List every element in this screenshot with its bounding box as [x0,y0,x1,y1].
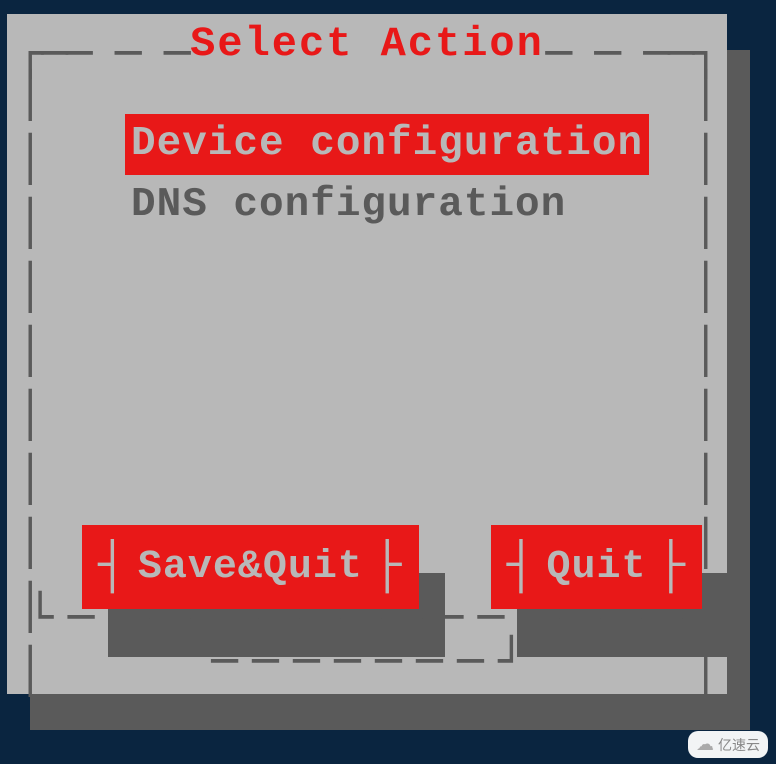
button-bracket-left: ┤ [98,543,128,591]
cloud-icon: ☁ [696,734,714,755]
button-bracket-right: ├ [373,543,403,591]
button-label: Save&Quit [138,545,363,590]
watermark-text: 亿速云 [718,735,760,755]
menu-item-device-config[interactable]: Device configuration [125,114,649,175]
button-bracket-right: ├ [657,543,687,591]
border-top-right: ─ ─ ──┐ [546,32,717,76]
select-action-dialog: ┌── ─ ─ Select Action ─ ─ ──┐ ││││││││││… [7,14,727,694]
watermark: ☁ 亿速云 [688,731,768,758]
action-menu: Device configuration DNS configuration [125,114,649,237]
border-bottom: └ ─ ─ ─ ─ ─ ─ ─ ─ ─ ─ ─ ─ ─ ─ ─ ─ ─ ─ ─ … [17,596,717,684]
menu-item-dns-config[interactable]: DNS configuration [125,175,572,236]
menu-item-label: Device configuration [131,121,643,167]
menu-item-label: DNS configuration [131,182,566,228]
button-label: Quit [546,545,646,590]
button-bracket-left: ┤ [507,543,537,591]
